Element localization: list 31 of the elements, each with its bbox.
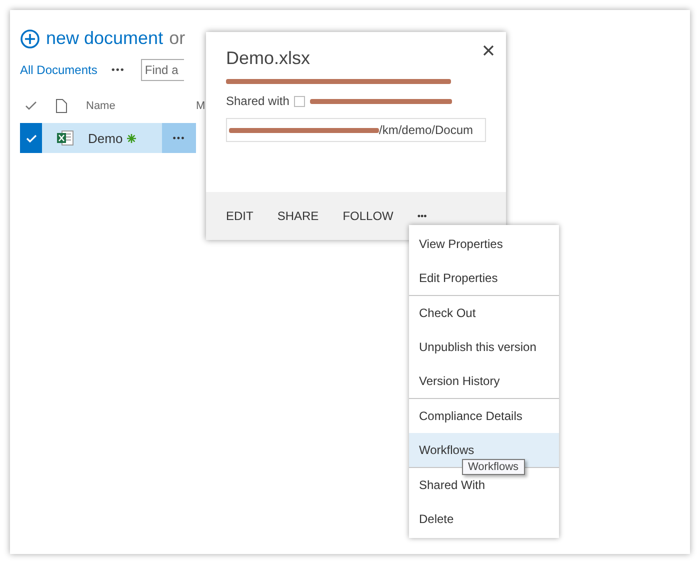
add-icon[interactable] xyxy=(20,28,40,48)
menu-item[interactable]: Delete xyxy=(409,502,559,536)
workflows-tooltip: Workflows xyxy=(462,459,525,475)
callout-title: Demo.xlsx xyxy=(226,48,312,69)
url-field[interactable]: /km/demo/Docum xyxy=(226,118,486,142)
callout-action[interactable]: FOLLOW xyxy=(342,209,394,223)
file-name-link[interactable]: Demo xyxy=(88,130,123,146)
more-views-button[interactable]: ••• xyxy=(111,64,125,76)
callout-action[interactable]: EDIT xyxy=(226,209,254,223)
shared-with-label: Shared with xyxy=(226,94,290,108)
drag-hint: or xyxy=(169,28,186,49)
menu-item[interactable]: Edit Properties xyxy=(409,261,559,295)
spreadsheet-icon xyxy=(56,129,74,147)
menu-item[interactable]: Version History xyxy=(409,364,559,398)
view-link[interactable]: All Documents xyxy=(20,63,98,77)
more-actions-button[interactable]: ••• xyxy=(417,211,427,221)
menu-item[interactable]: Unpublish this version xyxy=(409,330,559,364)
menu-item[interactable]: Check Out xyxy=(409,296,559,330)
callout-action[interactable]: SHARE xyxy=(277,209,319,223)
new-document-link[interactable]: new document xyxy=(46,28,164,49)
check-icon[interactable] xyxy=(25,101,37,111)
document-icon xyxy=(56,99,67,113)
menu-item[interactable]: Compliance Details xyxy=(409,399,559,433)
search-field[interactable]: Find a xyxy=(140,59,184,81)
column-header[interactable]: Name xyxy=(86,100,116,112)
checkmark-icon xyxy=(26,134,36,142)
user-checkbox[interactable] xyxy=(294,96,306,106)
column-header[interactable]: M xyxy=(196,100,206,112)
more-options-button[interactable]: ••• xyxy=(162,123,196,153)
row-checkbox[interactable] xyxy=(20,123,42,153)
menu-item[interactable]: View Properties xyxy=(409,227,559,261)
